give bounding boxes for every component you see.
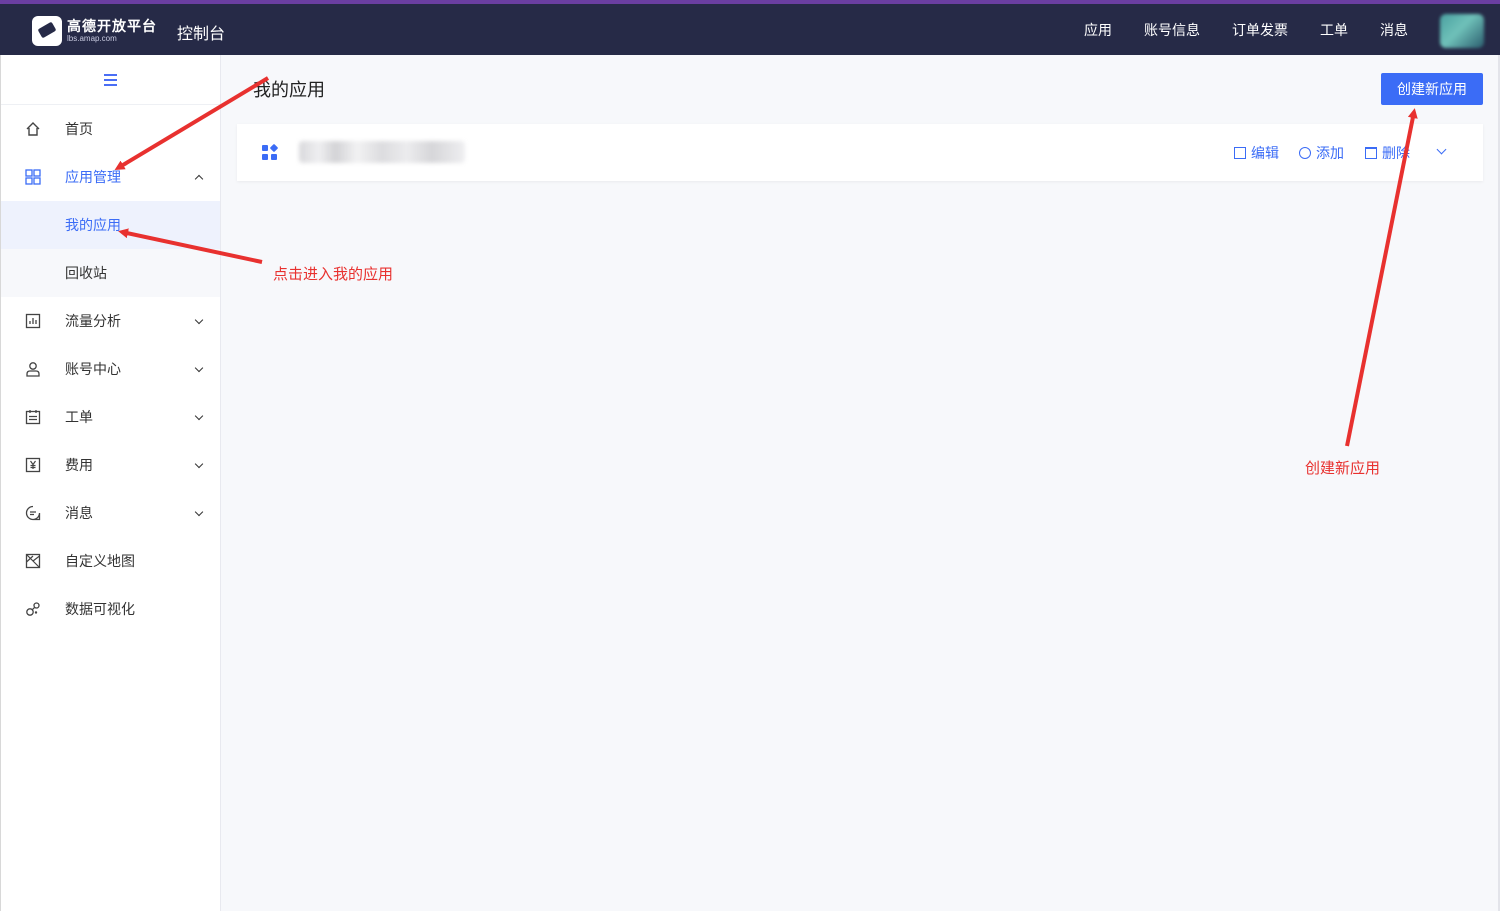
chart-icon	[25, 313, 41, 329]
sidebar-item-fees[interactable]: 费用	[1, 441, 220, 489]
plus-circle-icon	[1299, 147, 1311, 159]
sidebar-item-label: 数据可视化	[65, 601, 135, 617]
delete-app-button[interactable]: 删除	[1365, 143, 1410, 163]
topnav-orders-invoices[interactable]: 订单发票	[1232, 20, 1288, 40]
annotation-enter-my-apps: 点击进入我的应用	[273, 266, 394, 283]
sidebar-item-label: 首页	[65, 121, 93, 137]
sidebar-collapse-toggle[interactable]	[1, 55, 220, 105]
edit-app-button[interactable]: 编辑	[1234, 143, 1279, 163]
chevron-down-icon	[194, 411, 204, 421]
sidebar-item-label: 流量分析	[65, 313, 121, 329]
sidebar-subitem-recycle-bin[interactable]: 回收站	[1, 249, 220, 297]
edit-icon	[1234, 147, 1246, 159]
app-name-redacted	[299, 141, 465, 163]
message-icon	[25, 505, 41, 521]
console-title[interactable]: 控制台	[177, 20, 225, 44]
annotation-create-new-app: 创建新应用	[1305, 460, 1381, 477]
topnav-messages[interactable]: 消息	[1380, 20, 1408, 40]
topnav-tickets[interactable]: 工单	[1320, 20, 1348, 40]
amap-logo-icon	[32, 16, 62, 46]
add-label: 添加	[1316, 145, 1344, 161]
trash-icon	[1365, 147, 1377, 159]
add-key-button[interactable]: 添加	[1299, 143, 1344, 163]
top-nav-menu: 应用 账号信息 订单发票 工单 消息	[1052, 20, 1408, 40]
hamburger-menu-icon[interactable]	[104, 74, 117, 86]
logo-url: lbs.amap.com	[67, 34, 117, 43]
expand-chevron-icon[interactable]	[1436, 144, 1447, 155]
sidebar-item-label: 工单	[65, 409, 93, 425]
sidebar-item-home[interactable]: 首页	[1, 105, 220, 153]
sidebar-item-custom-map[interactable]: 自定义地图	[1, 537, 220, 585]
user-avatar[interactable]	[1440, 14, 1484, 48]
sidebar-item-label: 应用管理	[65, 169, 121, 185]
grid-icon	[25, 169, 41, 185]
yen-icon	[25, 457, 41, 473]
chevron-down-icon	[194, 459, 204, 469]
edit-label: 编辑	[1251, 145, 1279, 161]
app-list-item: 编辑 添加 删除	[237, 124, 1483, 181]
topnav-account-info[interactable]: 账号信息	[1144, 20, 1200, 40]
sidebar-item-data-visualization[interactable]: 数据可视化	[1, 585, 220, 633]
sidebar-item-label: 自定义地图	[65, 553, 135, 569]
logo-name: 高德开放平台	[67, 18, 157, 34]
sidebar: 首页 应用管理 我的应用 回收站 流量分析 账号中心 工单 费用 消息 自定义地…	[0, 55, 221, 911]
create-new-app-button[interactable]: 创建新应用	[1381, 73, 1483, 105]
sidebar-subitem-my-apps[interactable]: 我的应用	[1, 201, 220, 249]
chevron-down-icon	[194, 507, 204, 517]
sidebar-item-tickets[interactable]: 工单	[1, 393, 220, 441]
app-management-submenu: 我的应用 回收站	[1, 201, 220, 297]
sidebar-item-label: 账号中心	[65, 361, 121, 377]
sidebar-item-traffic-analysis[interactable]: 流量分析	[1, 297, 220, 345]
user-icon	[25, 361, 41, 377]
chevron-down-icon	[194, 315, 204, 325]
amap-logo[interactable]: 高德开放平台 lbs.amap.com	[32, 16, 157, 46]
main-content: 我的应用 创建新应用 编辑 添加 删除	[222, 55, 1500, 911]
map-icon	[25, 553, 41, 569]
sidebar-item-label: 消息	[65, 505, 93, 521]
sidebar-item-messages[interactable]: 消息	[1, 489, 220, 537]
ticket-icon	[25, 409, 41, 425]
sidebar-item-app-management[interactable]: 应用管理	[1, 153, 220, 201]
delete-label: 删除	[1382, 145, 1410, 161]
sidebar-item-account-center[interactable]: 账号中心	[1, 345, 220, 393]
app-grid-icon	[262, 143, 279, 161]
page-title: 我的应用	[253, 80, 325, 100]
visualization-icon	[25, 601, 41, 617]
sidebar-item-label: 费用	[65, 457, 93, 473]
chevron-up-icon	[194, 174, 204, 184]
top-navigation-bar: 高德开放平台 lbs.amap.com 控制台 应用 账号信息 订单发票 工单 …	[0, 0, 1500, 55]
chevron-down-icon	[194, 363, 204, 373]
topnav-apps[interactable]: 应用	[1084, 20, 1112, 40]
home-icon	[25, 121, 41, 137]
